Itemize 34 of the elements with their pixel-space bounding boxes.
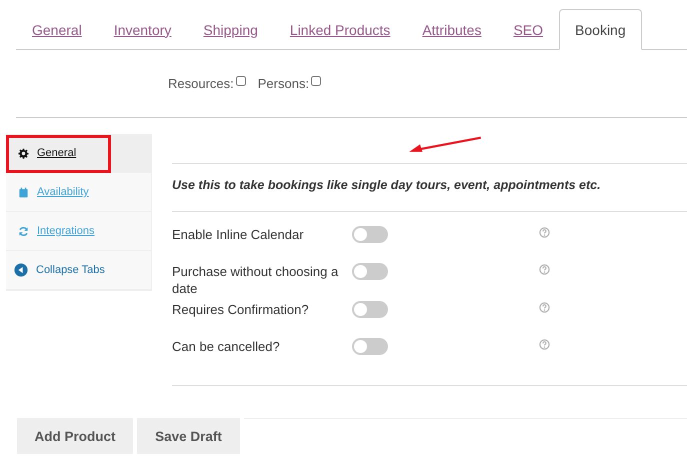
setting-label: Can be cancelled? <box>172 338 281 355</box>
help-icon[interactable] <box>539 264 550 275</box>
gear-icon <box>18 148 29 158</box>
calendar-icon <box>18 186 29 198</box>
option-label: Persons: <box>258 76 310 91</box>
sidebar-item[interactable]: General <box>6 134 151 173</box>
help-icon[interactable] <box>539 227 550 238</box>
description: Use this to take bookings like single day tours, event, appointments etc. <box>172 164 687 212</box>
toggle-switch[interactable] <box>352 338 388 355</box>
action-button[interactable]: Save Draft <box>137 418 240 454</box>
tab[interactable]: Attributes <box>406 9 498 50</box>
checkbox[interactable] <box>311 76 322 86</box>
tab[interactable]: Linked Products <box>274 9 406 50</box>
help-icon[interactable] <box>539 302 550 313</box>
action-button[interactable]: Add Product <box>17 418 133 454</box>
sidebar-item[interactable]: Integrations <box>6 212 151 251</box>
setting-label: Requires Confirmation? <box>172 301 310 318</box>
toggle-switch[interactable] <box>352 301 388 318</box>
option-label: Resources: <box>168 76 234 91</box>
setting-label: Purchase without choosing a date <box>172 263 340 297</box>
tab[interactable]: General <box>16 9 98 50</box>
tab[interactable]: Shipping <box>187 9 274 50</box>
collapse-icon <box>14 263 28 277</box>
sidebar-item[interactable]: Availability <box>6 173 151 212</box>
tab[interactable]: Inventory <box>98 9 188 50</box>
checkbox[interactable] <box>236 76 246 86</box>
help-icon[interactable] <box>539 339 550 350</box>
toggle-switch[interactable] <box>352 226 388 243</box>
tab[interactable]: Booking <box>559 9 642 50</box>
sync-icon <box>18 226 29 236</box>
tab[interactable]: SEO <box>497 9 560 50</box>
sidebar-item[interactable]: Collapse Tabs <box>6 251 151 290</box>
toggle-switch[interactable] <box>352 263 388 280</box>
setting-label: Enable Inline Calendar <box>172 226 305 243</box>
